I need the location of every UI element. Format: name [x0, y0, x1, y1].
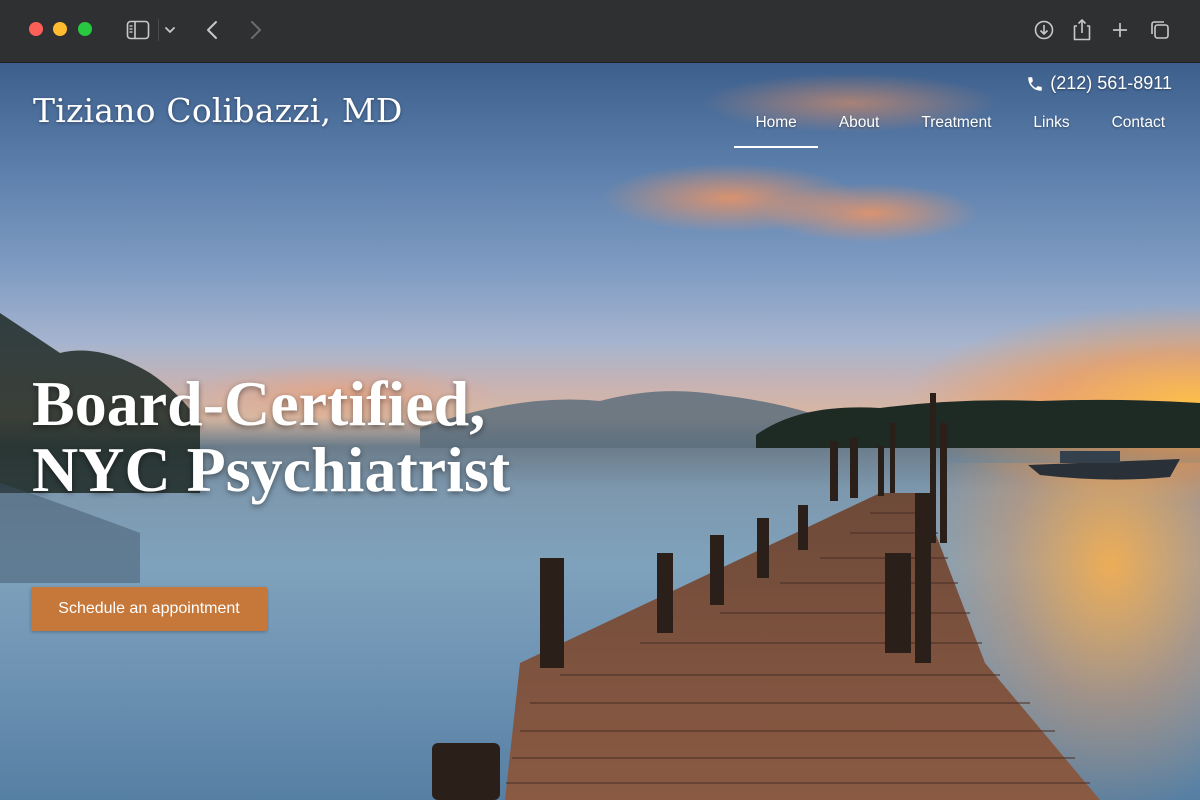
back-button[interactable]: [198, 14, 226, 46]
phone-icon: [1028, 76, 1042, 91]
forward-button[interactable]: [242, 14, 270, 46]
minimize-window-button[interactable]: [53, 22, 67, 36]
phone-number-text: (212) 561-8911: [1050, 73, 1172, 93]
nav-treatment[interactable]: Treatment: [900, 103, 1012, 146]
share-button[interactable]: [1068, 14, 1096, 46]
hero-headline: Board-Certified, NYC Psychiatrist: [32, 371, 510, 503]
plus-icon: [1113, 23, 1127, 37]
sidebar-icon: [126, 20, 150, 40]
share-icon: [1073, 19, 1091, 41]
schedule-appointment-button[interactable]: Schedule an appointment: [31, 587, 267, 631]
zoom-window-button[interactable]: [78, 22, 92, 36]
toolbar-divider: [158, 19, 159, 41]
site-logo[interactable]: Tiziano Colibazzi, MD: [33, 91, 403, 130]
close-window-button[interactable]: [29, 22, 43, 36]
headline-line-2: NYC Psychiatrist: [32, 434, 511, 505]
nav-links[interactable]: Links: [1012, 103, 1090, 146]
downloads-button[interactable]: [1030, 14, 1058, 46]
nav-about[interactable]: About: [818, 103, 901, 146]
main-nav: Home About Treatment Links Contact: [734, 103, 1186, 148]
tabs-icon: [1151, 21, 1169, 39]
nav-contact[interactable]: Contact: [1091, 103, 1186, 146]
phone-number[interactable]: (212) 561-8911: [1026, 73, 1172, 94]
headline-line-1: Board-Certified,: [32, 368, 486, 439]
sidebar-menu-button[interactable]: [160, 14, 180, 46]
chevron-down-icon: [165, 27, 175, 33]
sidebar-toggle-button[interactable]: [120, 14, 156, 46]
download-icon: [1034, 20, 1054, 40]
forward-icon: [251, 21, 261, 39]
hero-section: Tiziano Colibazzi, MD (212) 561-8911 Hom…: [0, 63, 1200, 800]
nav-home[interactable]: Home: [734, 103, 819, 148]
tab-overview-button[interactable]: [1146, 14, 1174, 46]
back-icon: [207, 21, 217, 39]
new-tab-button[interactable]: [1106, 14, 1134, 46]
browser-toolbar: [0, 0, 1200, 63]
